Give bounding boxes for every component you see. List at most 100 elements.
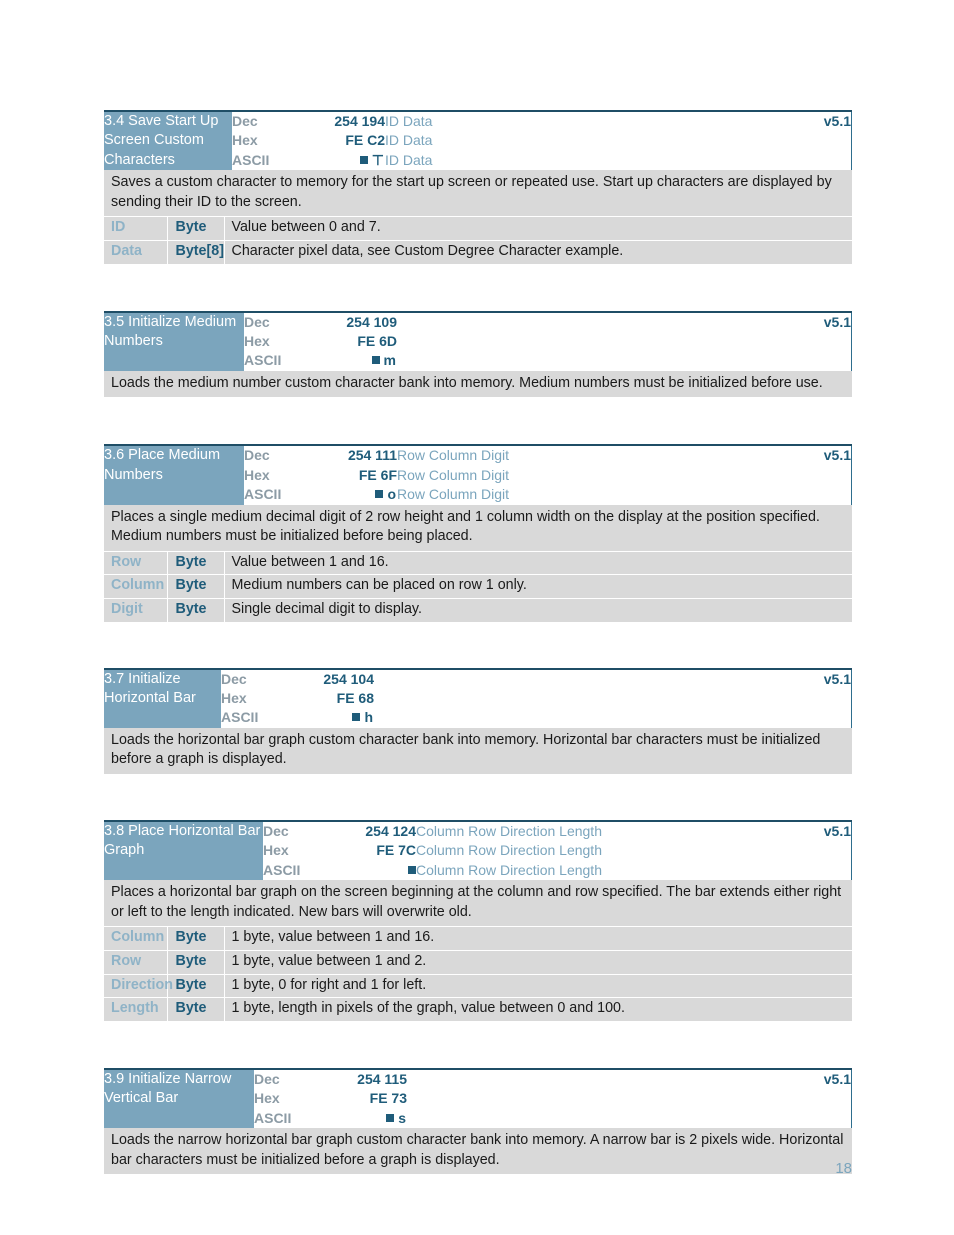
ascii-value: o: [375, 485, 397, 504]
encoding-row: Hex FE 73: [254, 1089, 851, 1108]
ascii-char: m: [383, 352, 397, 369]
encoding-value: FE 6D: [357, 333, 397, 349]
version-badge: v5.1: [823, 670, 851, 687]
encoding-label: ASCII: [254, 1109, 292, 1126]
filled-square-icon: [352, 713, 361, 722]
command-description: Places a single medium decimal digit of …: [104, 504, 852, 552]
command-spec-block: Dec 254 111 Row Column Digit v5.1 Hex FE 6F Ro…: [244, 444, 852, 505]
filled-square-icon: [359, 155, 368, 164]
encoding-row: ASCII Column Row Direction Length: [263, 861, 851, 880]
ascii-char: s: [398, 1109, 407, 1126]
parameter-type: Byte: [166, 599, 225, 623]
command-description-row: Places a horizontal bar graph on the scr…: [104, 880, 852, 928]
document-page: 3.4 Save Start Up Screen Custom Characte…: [104, 0, 852, 1235]
encoding-label: ASCII: [244, 352, 282, 369]
encoding-value: 254 111: [347, 447, 397, 464]
encoding-row: Dec 254 194 ID Data v5.1: [232, 112, 851, 131]
encoding-label: Hex: [244, 466, 270, 483]
parameter-row: Data Byte[8] Character pixel data, see Cus…: [104, 241, 852, 265]
version-badge: v5.1: [823, 113, 851, 129]
ascii-value: h: [352, 708, 374, 727]
parameter-description: Value between 1 and 16.: [224, 551, 852, 576]
version-badge: [793, 1109, 851, 1128]
version-badge: [793, 689, 851, 708]
parameter-sequence: Column Row Direction Length: [416, 842, 602, 859]
parameter-sequence: ID Data: [385, 113, 433, 129]
encoding-grid: Dec 254 194 ID Data v5.1 Hex FE C2 ID Data ASCI…: [232, 112, 851, 170]
ascii-value: s: [386, 1109, 407, 1128]
command-table: 3.5 Initialize Medium Numbers Dec 254 109 v…: [104, 310, 852, 399]
parameter-type: Byte: [166, 998, 225, 1022]
command-description: Saves a custom character to memory for t…: [104, 170, 852, 218]
encoding-grid: Dec 254 115 v5.1 Hex FE 73 ASCII s: [254, 1070, 851, 1128]
encoding-label: ASCII: [263, 861, 301, 878]
parameter-sequence: Row Column Digit: [397, 486, 510, 503]
encoding-row: Dec 254 109 v5.1: [244, 313, 851, 332]
ascii-value: m: [371, 351, 397, 370]
encoding-value: 254 109: [346, 313, 397, 330]
command-spec-block: Dec 254 115 v5.1 Hex FE 73 ASCII s: [254, 1067, 852, 1128]
ascii-value: [408, 861, 416, 880]
table-spacer: [104, 623, 852, 668]
parameter-sequence: [407, 1070, 793, 1089]
encoding-label: Dec: [263, 823, 289, 839]
encoding-row: ASCII o Row Column Digit: [244, 485, 851, 504]
parameter-name: Data: [104, 241, 167, 265]
encoding-label: Dec: [254, 1070, 280, 1087]
encoding-value: ⊤: [300, 151, 385, 170]
encoding-row: Hex FE C2 ID Data: [232, 131, 851, 150]
encoding-grid: Dec 254 109 v5.1 Hex FE 6D ASCII m: [244, 313, 851, 371]
encoding-row: Dec 254 104 v5.1: [221, 670, 851, 689]
version-badge: [793, 151, 851, 170]
parameter-description: Single decimal digit to display.: [224, 599, 852, 623]
parameter-sequence: [374, 689, 793, 708]
parameter-sequence: [397, 332, 793, 351]
command-description: Loads the narrow horizontal bar graph cu…: [104, 1128, 852, 1176]
command-spec-block: Dec 254 194 ID Data v5.1 Hex FE C2 ID Data ASCI…: [232, 109, 852, 171]
parameter-sequence: [397, 313, 793, 332]
encoding-row: ASCII m: [244, 351, 851, 370]
command-table: 3.7 Initialize Horizontal Bar Dec 254 104 v…: [104, 667, 852, 775]
encoding-row: Hex FE 6D: [244, 332, 851, 351]
command-description: Loads the horizontal bar graph custom ch…: [104, 727, 852, 775]
version-badge: [793, 351, 851, 370]
encoding-row: Dec 254 111 Row Column Digit v5.1: [244, 446, 851, 465]
ascii-char: o: [387, 486, 397, 503]
parameter-name: Length: [104, 998, 167, 1022]
parameter-type: Byte[8]: [166, 241, 225, 265]
encoding-label: Dec: [244, 313, 270, 330]
ascii-char: ⊤: [371, 151, 385, 168]
version-badge: [793, 861, 851, 880]
version-badge: [793, 1089, 851, 1108]
encoding-row: Hex FE 6F Row Column Digit: [244, 466, 851, 485]
version-badge: v5.1: [823, 447, 851, 464]
encoding-label: Hex: [221, 690, 247, 706]
encoding-grid: Dec 254 124 Column Row Direction Length v5.…: [263, 822, 851, 880]
table-spacer: [104, 775, 852, 820]
encoding-label: Hex: [263, 842, 289, 859]
encoding-value: 254 124: [365, 823, 416, 839]
parameter-type: Byte: [166, 974, 225, 999]
encoding-value: o: [312, 485, 397, 504]
parameter-row: Length Byte 1 byte, length in pixels of th…: [104, 998, 852, 1022]
parameter-type: Byte: [166, 951, 225, 975]
parameter-type: Byte: [166, 575, 225, 600]
parameter-sequence: ID Data: [385, 151, 433, 168]
encoding-value: FE 7C: [376, 842, 416, 859]
encoding-label: ASCII: [232, 151, 270, 168]
encoding-row: ASCII ⊤ ID Data: [232, 151, 851, 170]
page-number: 18: [835, 1160, 852, 1177]
encoding-value: FE 68: [336, 690, 374, 706]
command-header-row: 3.4 Save Start Up Screen Custom Characte…: [104, 109, 852, 171]
filled-square-icon: [386, 1113, 395, 1122]
table-spacer: [104, 398, 852, 444]
command-header-row: 3.7 Initialize Horizontal Bar Dec 254 104 v…: [104, 667, 852, 728]
parameter-name: ID: [104, 217, 167, 242]
parameter-sequence: [407, 1089, 793, 1108]
encoding-label: Hex: [232, 132, 258, 149]
parameter-type: Byte: [166, 551, 225, 576]
parameter-row: ID Byte Value between 0 and 7.: [104, 217, 852, 242]
parameter-sequence: [407, 1109, 793, 1128]
encoding-value: s: [322, 1109, 407, 1128]
filled-square-icon: [375, 490, 384, 499]
